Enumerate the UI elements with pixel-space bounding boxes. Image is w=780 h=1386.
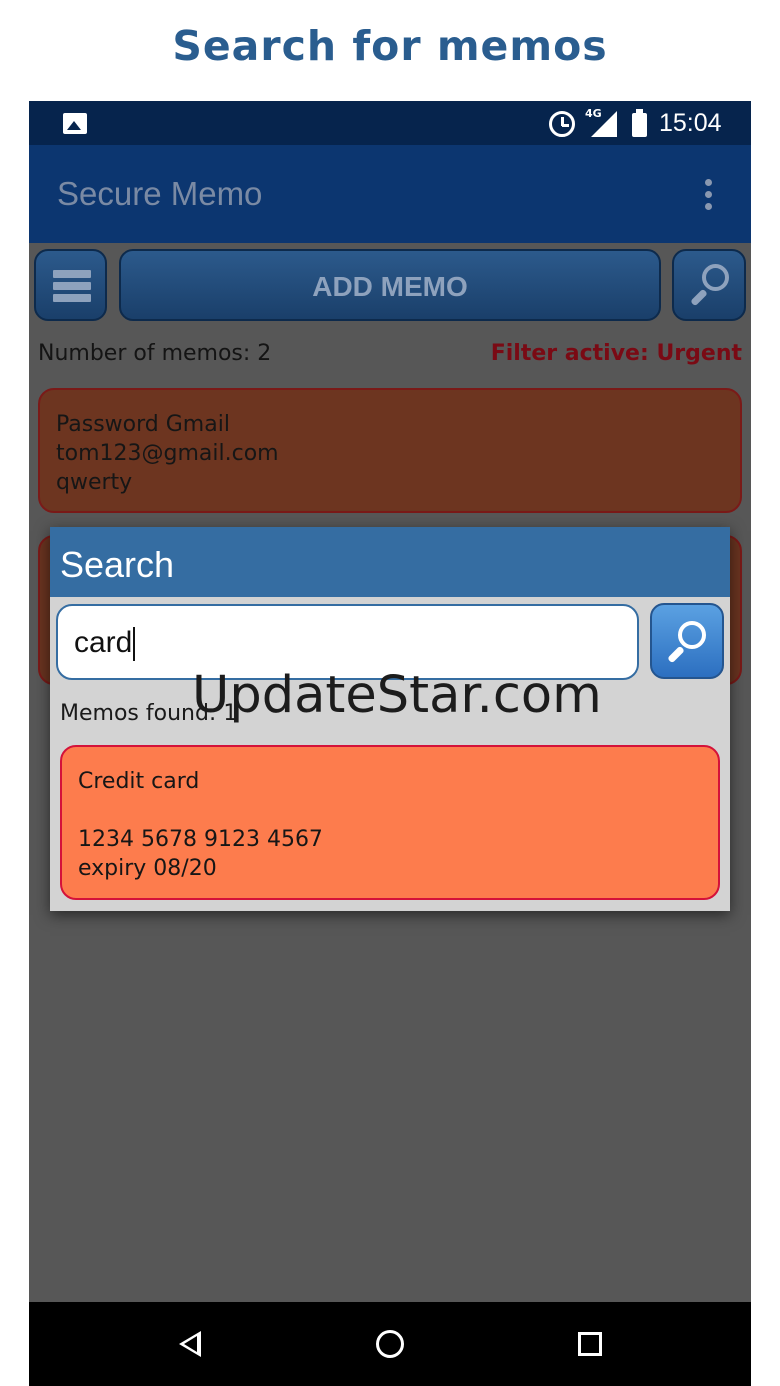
network-type: 4G (585, 107, 602, 120)
memo-line: qwerty (56, 470, 133, 495)
alarm-icon (549, 111, 575, 137)
memo-line: Password Gmail (56, 412, 230, 437)
app-bar: Secure Memo (29, 145, 751, 243)
battery-icon (632, 109, 647, 137)
add-memo-label: ADD MEMO (312, 271, 468, 302)
dialog-header: Search (50, 527, 730, 597)
search-icon (690, 264, 732, 307)
phone-screen: 4G 15:04 Secure Memo ADD MEMO Number of … (29, 101, 751, 1386)
screenshot-caption: Search for memos (172, 22, 608, 70)
result-line: 1234 5678 9123 4567 (78, 827, 323, 852)
search-result-card[interactable]: Credit card 1234 5678 9123 4567 expiry 0… (60, 745, 720, 900)
menu-button[interactable] (34, 249, 107, 321)
dialog-search-button[interactable] (650, 603, 724, 679)
search-button[interactable] (672, 249, 746, 321)
dialog-title: Search (60, 544, 175, 585)
gallery-icon (63, 113, 87, 134)
toolbar: ADD MEMO (29, 243, 751, 329)
back-icon[interactable] (179, 1331, 201, 1357)
navigation-bar (29, 1302, 751, 1386)
result-line (62, 796, 718, 825)
search-icon (667, 621, 709, 664)
status-bar: 4G 15:04 (29, 101, 751, 145)
result-line: Credit card (78, 769, 200, 794)
memo-card[interactable]: Password Gmail tom123@gmail.com qwerty (38, 388, 742, 513)
memo-count: Number of memos: 2 (38, 341, 272, 366)
result-line: expiry 08/20 (78, 856, 217, 881)
memo-line: tom123@gmail.com (56, 441, 279, 466)
recents-icon[interactable] (578, 1332, 602, 1356)
memo-count-row: Number of memos: 2 Filter active: Urgent (29, 339, 751, 369)
app-title: Secure Memo (57, 175, 263, 212)
add-memo-button[interactable]: ADD MEMO (119, 249, 661, 321)
more-vert-icon[interactable] (705, 179, 713, 213)
status-time: 15:04 (659, 109, 722, 137)
home-icon[interactable] (376, 1330, 404, 1358)
search-input-value: card (74, 626, 136, 662)
filter-status: Filter active: Urgent (490, 341, 742, 366)
watermark: UpdateStar.com (192, 666, 602, 725)
